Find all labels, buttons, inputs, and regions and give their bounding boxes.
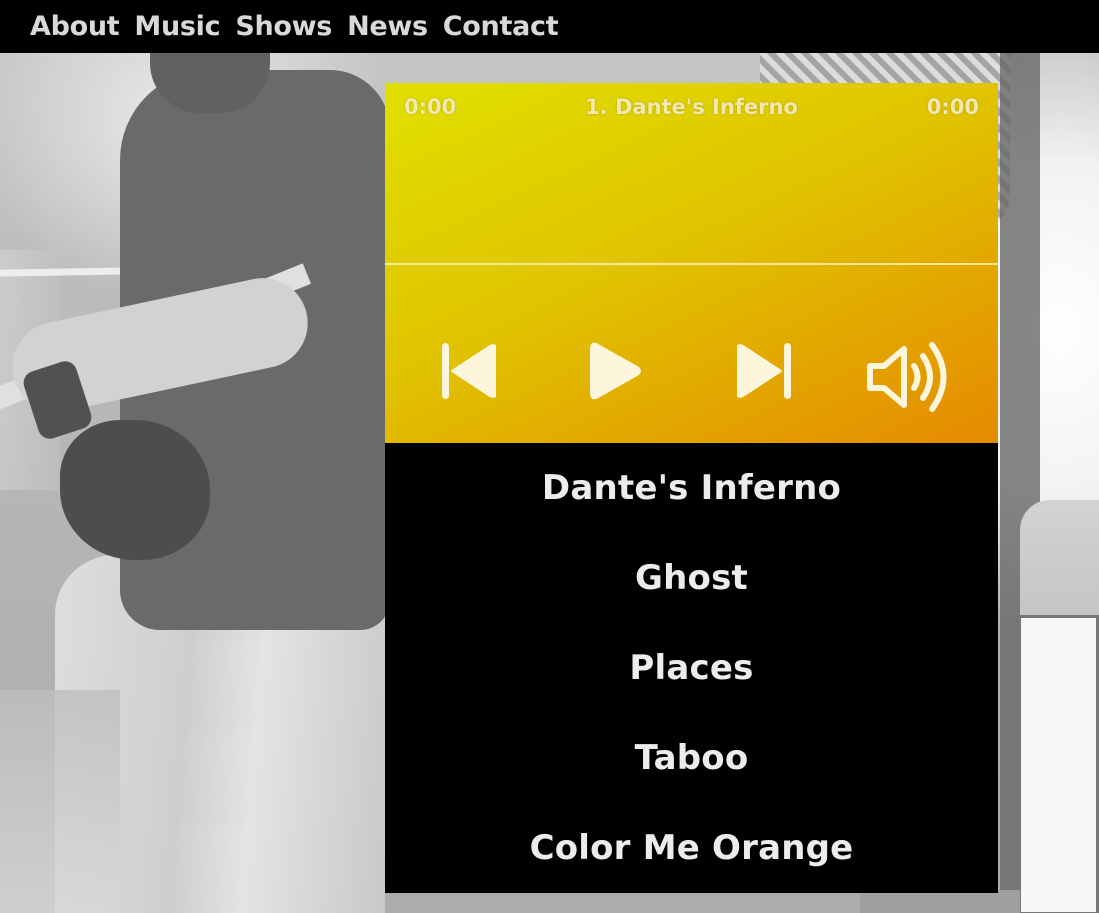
nav-link-contact[interactable]: Contact <box>443 13 559 40</box>
top-nav: About Music Shows News Contact <box>0 0 1099 53</box>
previous-track-button[interactable] <box>442 341 496 401</box>
skip-forward-icon <box>737 343 791 399</box>
playlist-item[interactable]: Ghost <box>385 533 998 623</box>
playlist-item[interactable]: Places <box>385 623 998 713</box>
audio-player: 0:00 1. Dante's Inferno 0:00 Dante's Inf… <box>385 83 998 893</box>
nav-link-music[interactable]: Music <box>134 13 220 40</box>
volume-button[interactable] <box>867 339 953 415</box>
next-track-button[interactable] <box>737 341 791 401</box>
playlist-item[interactable]: Dante's Inferno <box>385 443 998 533</box>
player-header: 0:00 1. Dante's Inferno 0:00 <box>385 83 998 443</box>
playlist-item[interactable]: Color Me Orange <box>385 803 998 893</box>
now-playing-title: 1. Dante's Inferno <box>585 95 798 119</box>
nav-link-shows[interactable]: Shows <box>235 13 332 40</box>
total-time: 0:00 <box>926 95 979 119</box>
volume-icon <box>867 342 947 412</box>
playlist: Dante's Inferno Ghost Places Taboo Color… <box>385 443 998 893</box>
music-page: About Music Shows News Contact 0:00 1. D… <box>0 0 1099 913</box>
play-icon <box>590 342 641 400</box>
nav-link-about[interactable]: About <box>30 13 120 40</box>
waveform-area[interactable] <box>385 183 998 263</box>
player-controls <box>385 341 998 413</box>
nav-link-news[interactable]: News <box>347 13 428 40</box>
play-button[interactable] <box>589 341 641 401</box>
progress-bar[interactable] <box>385 263 998 265</box>
skip-back-icon <box>442 343 496 399</box>
playlist-item[interactable]: Taboo <box>385 713 998 803</box>
